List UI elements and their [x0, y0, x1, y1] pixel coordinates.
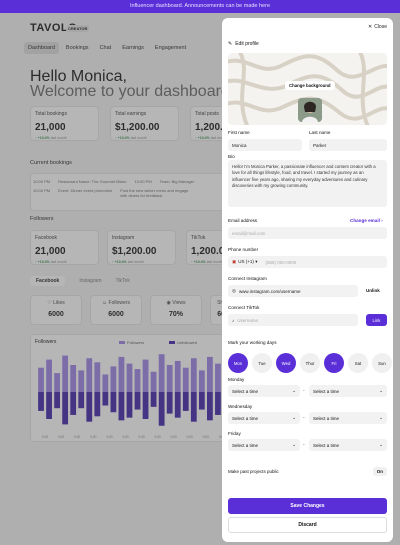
select-value: Select a time: [313, 442, 340, 448]
edit-profile-panel: ✕ Close ✎ Edit profile Change background: [222, 18, 393, 542]
first-name-label: First name: [228, 130, 250, 135]
instagram-label: Connect Instagram: [228, 276, 267, 281]
announcement-banner: Influencer dashboard. Announcements can …: [0, 0, 400, 13]
phone-label: Phone number: [228, 247, 259, 252]
day-mon[interactable]: Mon: [228, 353, 248, 373]
dial-code: (+1): [245, 259, 254, 264]
chevron-down-icon: ⌄: [379, 442, 383, 447]
change-background-button[interactable]: Change background: [285, 81, 335, 90]
tiktok-placeholder: Username: [237, 317, 259, 323]
past-projects-label: Make past projects public: [228, 469, 279, 474]
country-label: US: [238, 259, 245, 264]
bio-label: Bio: [228, 154, 235, 159]
working-days-picker: Mon Tue Wed Thur Fri Sat Sun: [228, 353, 392, 373]
wednesday-start-select[interactable]: Select a time ⌄: [228, 412, 300, 424]
day-tue[interactable]: Tue: [252, 353, 272, 373]
discard-button[interactable]: Discard: [228, 517, 387, 533]
profile-photo: [298, 98, 322, 122]
time-separator: -: [303, 415, 305, 421]
day-fri[interactable]: Fri: [324, 353, 344, 373]
day-wed[interactable]: Wed: [276, 353, 296, 373]
past-projects-row: Make past projects public On: [228, 464, 387, 479]
wednesday-end-select[interactable]: Select a time ⌄: [309, 412, 387, 424]
bio-textarea[interactable]: Hello! I'm Monica Parker, a passionate i…: [228, 160, 387, 207]
select-value: Select a time: [232, 442, 259, 448]
day-sat[interactable]: Sat: [348, 353, 368, 373]
tiktok-field[interactable]: ♪ Username: [228, 314, 358, 326]
chevron-down-icon: ⌄: [292, 442, 296, 447]
friday-start-select[interactable]: Select a time ⌄: [228, 439, 300, 451]
select-value: Select a time: [313, 388, 340, 394]
instagram-value: www.instagram.com/username: [238, 288, 301, 294]
close-label: Close: [374, 24, 387, 30]
chevron-down-icon: ⌄: [379, 388, 383, 393]
phone-field[interactable]: ▣ US (+1) ▾ (555) 000-0000: [228, 256, 387, 268]
day-thur[interactable]: Thur: [300, 353, 320, 373]
phone-placeholder: (555) 000-0000: [265, 259, 297, 265]
first-name-field[interactable]: Monica: [228, 139, 302, 151]
tiktok-icon: ♪: [232, 317, 235, 323]
save-changes-button[interactable]: Save Changes: [228, 498, 387, 514]
select-value: Select a time: [232, 388, 259, 394]
country-code-select[interactable]: US (+1) ▾: [238, 259, 257, 265]
monday-label: Monday: [228, 377, 245, 382]
last-name-field[interactable]: Parker: [309, 139, 387, 151]
day-sun[interactable]: Sun: [372, 353, 392, 373]
unlink-instagram-button[interactable]: Unlink: [366, 288, 380, 293]
past-projects-toggle[interactable]: On: [372, 467, 387, 476]
link-tiktok-button[interactable]: Link: [366, 314, 387, 326]
time-separator: -: [303, 442, 305, 448]
chevron-down-icon: ⌄: [379, 415, 383, 420]
wednesday-label: Wednesday: [228, 404, 253, 409]
instagram-icon: ◎: [232, 288, 236, 293]
change-email-link[interactable]: Change email ›: [350, 218, 383, 223]
monday-start-select[interactable]: Select a time ⌄: [228, 385, 300, 397]
panel-title-text: Edit profile: [235, 41, 259, 47]
tiktok-label: Connect TikTok: [228, 305, 260, 310]
working-days-label: Mark your working days: [228, 340, 277, 345]
panel-title: ✎ Edit profile: [228, 41, 259, 47]
us-flag-icon: ▣: [232, 259, 237, 264]
time-separator: -: [303, 388, 305, 394]
select-value: Select a time: [232, 415, 259, 421]
email-label: Email address: [228, 218, 258, 223]
last-name-label: Last name: [309, 130, 331, 135]
profile-background: Change background: [228, 53, 387, 125]
chevron-down-icon: ⌄: [292, 415, 296, 420]
email-field[interactable]: email@mail.com: [228, 227, 387, 239]
chevron-right-icon: ›: [381, 218, 383, 223]
change-email-label: Change email: [350, 218, 380, 223]
instagram-field[interactable]: ◎ www.instagram.com/username: [228, 285, 358, 297]
monday-end-select[interactable]: Select a time ⌄: [309, 385, 387, 397]
friday-label: Friday: [228, 431, 241, 436]
friday-end-select[interactable]: Select a time ⌄: [309, 439, 387, 451]
pencil-icon: ✎: [228, 41, 233, 47]
select-value: Select a time: [313, 415, 340, 421]
close-icon: ✕: [368, 24, 373, 30]
close-button[interactable]: ✕ Close: [368, 24, 387, 30]
chevron-down-icon: ⌄: [292, 388, 296, 393]
avatar[interactable]: [298, 98, 322, 122]
